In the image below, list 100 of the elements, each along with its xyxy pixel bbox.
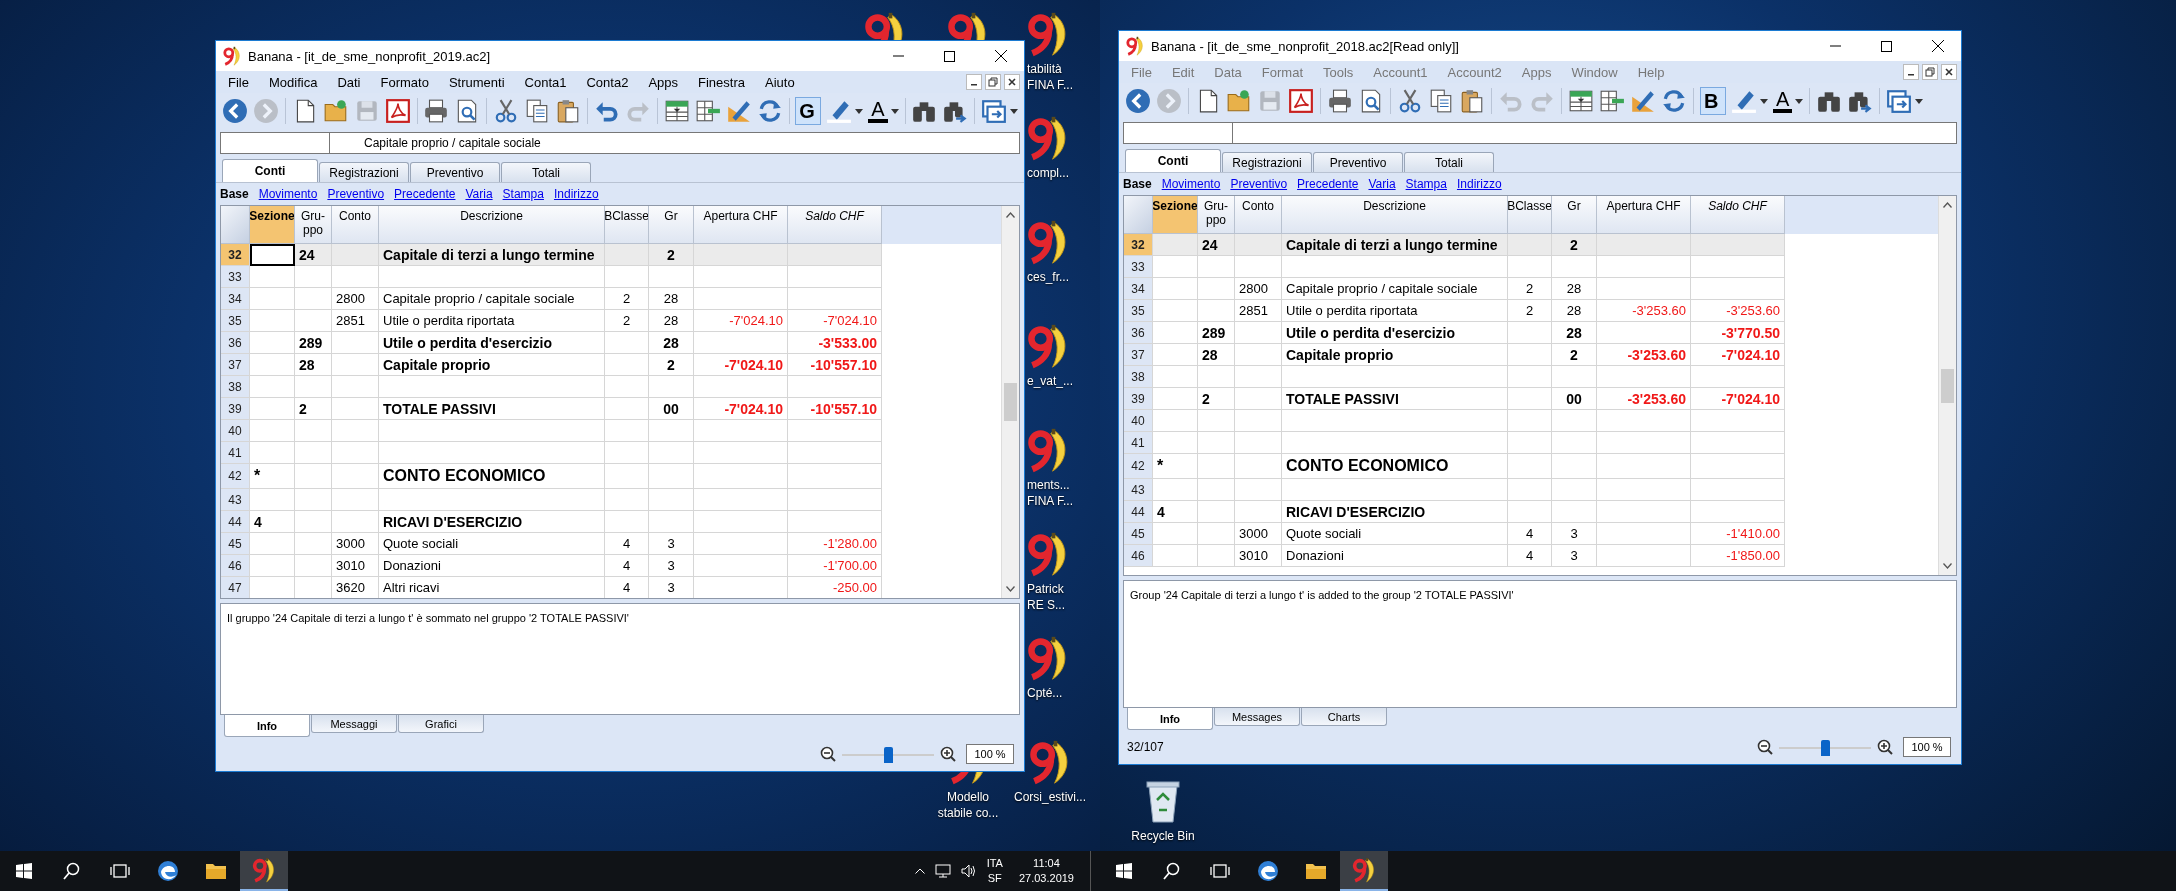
scroll-up-icon[interactable] <box>1943 202 1952 208</box>
icon-label[interactable]: Corsi_estivi... <box>1014 789 1086 805</box>
zoom-field[interactable]: 100 % <box>966 744 1014 764</box>
scrollbar[interactable] <box>1938 196 1956 575</box>
row-number[interactable]: 38 <box>1124 366 1153 388</box>
slider-thumb[interactable] <box>1821 740 1830 756</box>
column-header[interactable]: BClasse <box>605 206 649 244</box>
open-folder-icon[interactable] <box>1226 88 1252 114</box>
menu-item[interactable]: Strumenti <box>438 74 515 90</box>
taskbar-button[interactable] <box>1340 851 1388 891</box>
row-number[interactable]: 32 <box>221 244 250 266</box>
folder-icon[interactable] <box>205 862 227 880</box>
row-number[interactable]: 40 <box>221 420 250 442</box>
search-icon[interactable] <box>1163 862 1181 880</box>
recycle-bin-icon[interactable] <box>1143 778 1183 824</box>
caret-icon[interactable] <box>890 108 899 114</box>
view-link[interactable]: Precedente <box>394 187 456 201</box>
row-number[interactable]: 38 <box>221 376 250 398</box>
pen-icon[interactable] <box>1731 88 1757 114</box>
view-link[interactable]: Indirizzo <box>553 187 599 201</box>
tab[interactable]: Totali <box>501 162 591 182</box>
window-icon[interactable] <box>980 98 1007 124</box>
row-number[interactable]: 36 <box>221 332 250 354</box>
bold-button[interactable]: B <box>1700 87 1726 115</box>
column-header[interactable]: Sezione <box>250 206 295 244</box>
view-link[interactable]: Varia <box>465 187 493 201</box>
row-number[interactable]: 33 <box>1124 256 1153 278</box>
close-icon[interactable] <box>1004 74 1020 90</box>
back-icon[interactable] <box>1125 88 1151 114</box>
row-number[interactable]: 43 <box>221 489 250 511</box>
column-header[interactable]: Gru-ppo <box>295 206 332 244</box>
view-link[interactable]: Movimento <box>258 187 318 201</box>
caret-icon[interactable] <box>1009 108 1018 114</box>
banana-icon[interactable] <box>251 857 277 883</box>
maximize-icon[interactable] <box>1881 40 1892 52</box>
zoom-slider[interactable] <box>842 745 934 763</box>
row-number[interactable]: 42 <box>221 464 250 489</box>
row-number[interactable]: 34 <box>1124 278 1153 300</box>
print-icon[interactable] <box>423 98 450 124</box>
column-header[interactable]: Conto <box>1235 196 1282 234</box>
insert-rows-icon[interactable] <box>1568 88 1594 114</box>
row-number[interactable]: 43 <box>1124 479 1153 501</box>
column-header[interactable]: Gr <box>1552 196 1597 234</box>
menu-item[interactable]: File <box>218 74 259 90</box>
icon-label[interactable]: Cpté... <box>1027 685 1063 701</box>
scroll-up-icon[interactable] <box>1006 212 1015 218</box>
scrollbar-thumb[interactable] <box>1941 368 1954 403</box>
column-header[interactable]: Gru-ppo <box>1198 196 1235 234</box>
zoom-out-icon[interactable] <box>1757 739 1773 755</box>
row-number[interactable]: 42 <box>1124 454 1153 479</box>
view-link[interactable]: Base <box>220 187 249 201</box>
tab[interactable]: Charts <box>1301 708 1387 726</box>
tab[interactable]: Messaggi <box>311 715 397 733</box>
row-number[interactable]: 46 <box>221 555 250 577</box>
icon-label[interactable]: Patrick RE S... <box>1027 581 1065 613</box>
input-language[interactable]: ITA <box>986 856 1003 871</box>
zoom-in-icon[interactable] <box>1877 739 1893 755</box>
task-view-icon[interactable] <box>1210 864 1230 878</box>
scrollbar-thumb[interactable] <box>1004 383 1017 421</box>
font-color-button[interactable]: A <box>1773 89 1804 113</box>
row-number[interactable]: 47 <box>221 577 250 598</box>
menu-item[interactable]: Conta1 <box>514 74 577 90</box>
close-icon[interactable] <box>995 50 1007 62</box>
column-header[interactable]: Saldo CHF <box>1691 196 1785 234</box>
view-link[interactable]: Precedente <box>1297 177 1359 191</box>
column-header[interactable]: Gr <box>649 206 694 244</box>
tab[interactable]: Info <box>1127 708 1213 730</box>
menu-item[interactable]: Conta2 <box>576 74 639 90</box>
start-icon[interactable] <box>16 863 32 879</box>
view-link[interactable]: Movimento <box>1161 177 1221 191</box>
pencil-ruler-icon[interactable] <box>725 98 752 124</box>
column-header[interactable]: Conto <box>332 206 379 244</box>
cell-content-field[interactable] <box>1233 122 1957 144</box>
zoom-in-icon[interactable] <box>940 746 956 762</box>
taskbar-button[interactable] <box>240 851 288 891</box>
refresh-icon[interactable] <box>756 98 783 124</box>
view-link[interactable]: Varia <box>1368 177 1396 191</box>
row-number[interactable]: 36 <box>1124 322 1153 344</box>
menu-item[interactable]: Formato <box>370 74 439 90</box>
icon-label[interactable]: e_vat_... <box>1027 373 1074 389</box>
tab[interactable]: Totali <box>1404 152 1494 172</box>
row-number[interactable]: 39 <box>221 398 250 420</box>
menu-item[interactable]: Apps <box>638 74 689 90</box>
row-number[interactable]: 37 <box>221 354 250 376</box>
network-icon[interactable] <box>934 864 951 878</box>
icon-label[interactable]: Recycle Bin <box>1131 828 1195 844</box>
row-number[interactable]: 45 <box>1124 523 1153 545</box>
pen-icon[interactable] <box>826 98 853 124</box>
task-view-icon[interactable] <box>110 864 130 878</box>
icon-label[interactable]: ces_fr... <box>1027 269 1070 285</box>
tab[interactable]: Preventivo <box>1313 152 1403 172</box>
row-number[interactable]: 41 <box>221 442 250 464</box>
restore-icon[interactable] <box>985 74 1001 90</box>
scroll-down-icon[interactable] <box>1943 563 1952 569</box>
row-number[interactable]: 40 <box>1124 410 1153 432</box>
view-link[interactable]: Stampa <box>502 187 544 201</box>
cut-icon[interactable] <box>1397 88 1423 114</box>
menu-item[interactable]: Modifica <box>258 74 328 90</box>
menu-item[interactable]: Finestra <box>688 74 755 90</box>
view-link[interactable]: Preventivo <box>327 187 385 201</box>
